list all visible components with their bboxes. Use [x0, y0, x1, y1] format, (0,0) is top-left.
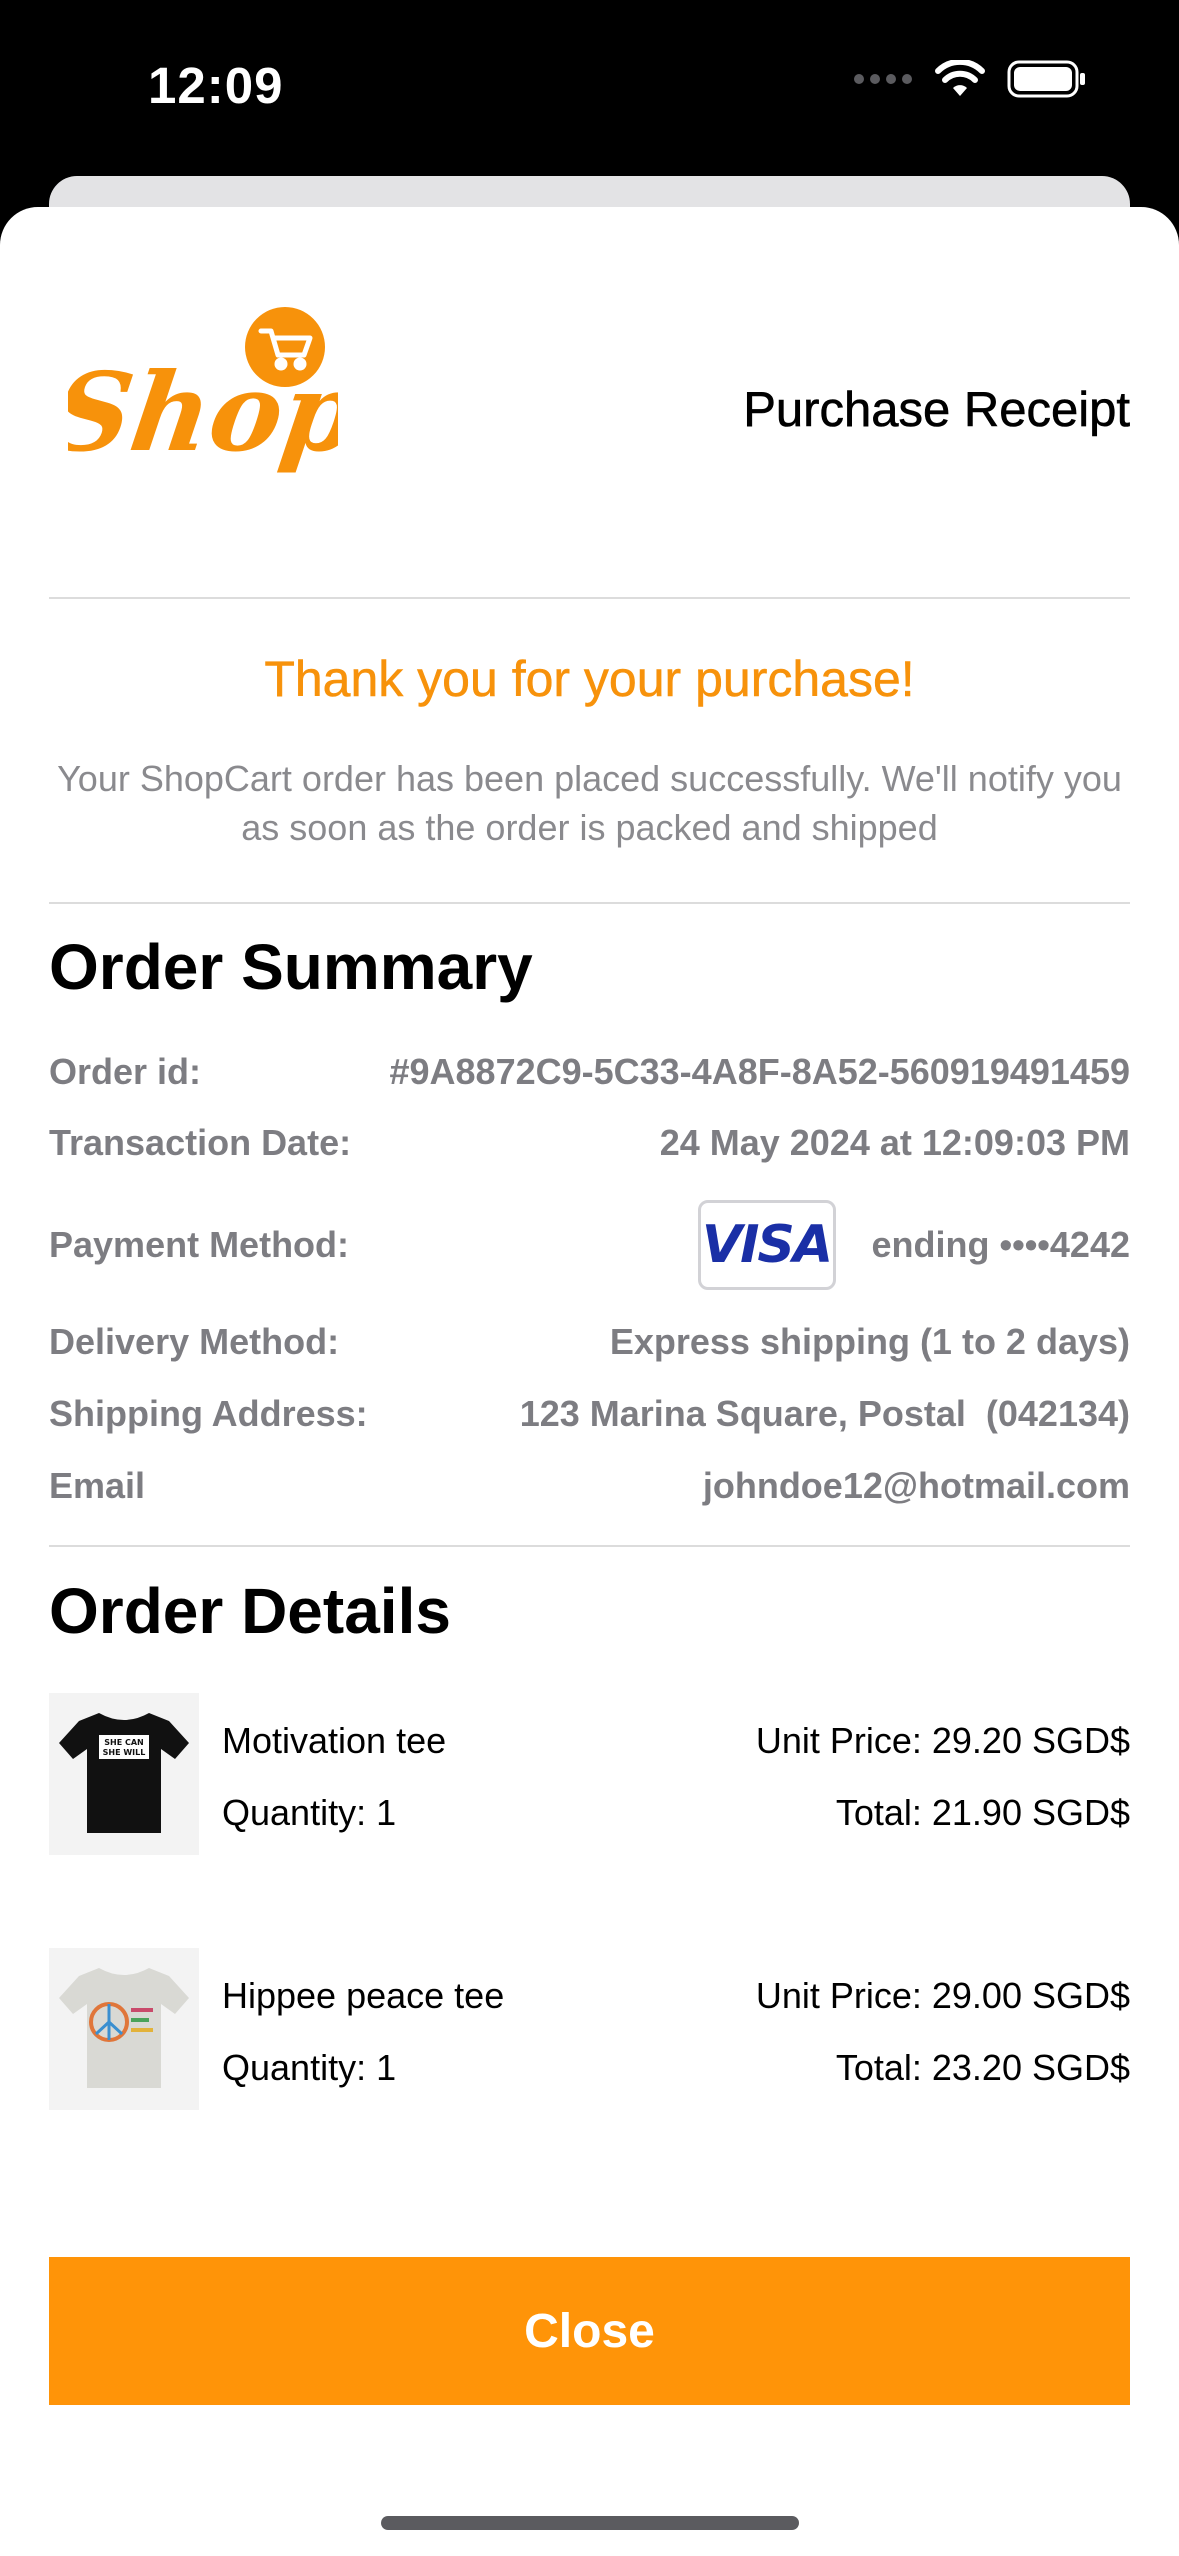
battery-icon: [1007, 60, 1085, 98]
item-quantity: Quantity: 1: [222, 1792, 397, 1833]
delivery-method-label: Delivery Method:: [49, 1321, 340, 1362]
order-id-value: #9A8872C9-5C33-4A8F-8A52-560919491459: [389, 1051, 1130, 1092]
item-name: Motivation tee: [222, 1720, 447, 1761]
thank-you-message: Your ShopCart order has been placed succ…: [57, 758, 1122, 848]
transaction-date-value: 24 May 2024 at 12:09:03 PM: [659, 1122, 1130, 1163]
order-id-row: Order id: #9A8872C9-5C33-4A8F-8A52-56091…: [49, 1050, 1130, 1094]
status-time: 12:09: [148, 57, 284, 114]
cellular-dots-icon: [854, 74, 912, 84]
shipping-address-value: 123 Marina Square, Postal (042134): [519, 1393, 1130, 1434]
product-image-hippee-peace-tee: [49, 1948, 199, 2110]
product-image-motivation-tee: SHE CAN SHE WILL: [49, 1693, 199, 1855]
delivery-method-row: Delivery Method: Express shipping (1 to …: [49, 1320, 1130, 1364]
delivery-method-value: Express shipping (1 to 2 days): [609, 1321, 1130, 1362]
visa-card-icon: VISA: [697, 1200, 836, 1290]
shipping-address-label: Shipping Address:: [49, 1393, 368, 1434]
wifi-icon: [935, 60, 985, 96]
black-tshirt-icon: SHE CAN SHE WILL: [59, 1713, 189, 1833]
item-quantity: Quantity: 1: [222, 2047, 397, 2088]
thank-you-headline: Thank you for your purchase!: [264, 651, 915, 708]
grey-tshirt-icon: [59, 1968, 189, 2088]
shirt-print-line1: SHE CAN: [104, 1738, 143, 1747]
payment-method-value: VISA ending ••••4242: [697, 1200, 1131, 1290]
shipping-address-row: Shipping Address: 123 Marina Square, Pos…: [49, 1392, 1130, 1436]
item-total: Total: 21.90 SGD$: [835, 1792, 1130, 1833]
close-button[interactable]: Close: [49, 2257, 1130, 2405]
page-title: Purchase Receipt: [743, 383, 1130, 438]
divider: [49, 597, 1130, 599]
item-unit-price: Unit Price: 29.00 SGD$: [755, 1975, 1130, 2016]
transaction-date-label: Transaction Date:: [49, 1122, 352, 1163]
payment-method-label: Payment Method:: [49, 1224, 350, 1265]
order-summary-title: Order Summary: [49, 931, 533, 1003]
status-bar: 12:09: [0, 0, 1179, 170]
receipt-sheet: [0, 207, 1179, 2556]
divider: [49, 1545, 1130, 1547]
shop-logo: Shop: [45, 300, 367, 480]
email-label: Email: [49, 1465, 146, 1506]
item-total: Total: 23.20 SGD$: [835, 2047, 1130, 2088]
email-row: Email johndoe12@hotmail.com: [49, 1464, 1130, 1508]
order-details-title: Order Details: [49, 1575, 451, 1647]
status-icons: [853, 60, 1087, 98]
shirt-print-line2: SHE WILL: [103, 1748, 146, 1757]
email-value: johndoe12@hotmail.com: [702, 1465, 1130, 1506]
shop-logo-graphic: Shop: [45, 307, 367, 476]
item-unit-price: Unit Price: 29.20 SGD$: [755, 1720, 1130, 1761]
card-ending: ending ••••4242: [871, 1224, 1131, 1265]
home-indicator[interactable]: [381, 2516, 799, 2530]
item-name: Hippee peace tee: [222, 1975, 505, 2016]
transaction-date-row: Transaction Date: 24 May 2024 at 12:09:0…: [49, 1121, 1130, 1165]
divider: [49, 902, 1130, 904]
payment-method-row: Payment Method: VISA ending ••••4242: [49, 1200, 1130, 1290]
order-id-label: Order id:: [49, 1051, 202, 1092]
